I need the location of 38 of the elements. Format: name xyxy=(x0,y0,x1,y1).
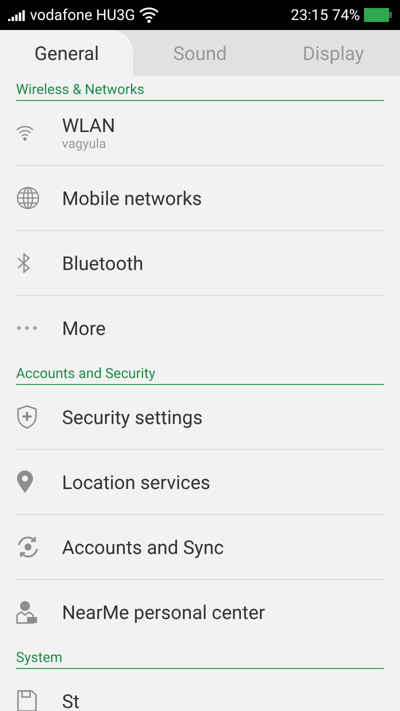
settings-item[interactable]: NearMe personal center xyxy=(16,580,384,644)
section-header: Accounts and Security xyxy=(16,366,384,385)
storage-icon xyxy=(16,689,38,711)
settings-item[interactable]: Bluetooth xyxy=(16,231,384,296)
settings-item[interactable]: Security settings xyxy=(16,385,384,450)
item-label: Accounts and Sync xyxy=(62,536,224,558)
settings-item[interactable]: Accounts and Sync xyxy=(16,515,384,580)
settings-item[interactable]: Mobile networks xyxy=(16,166,384,231)
item-label: Location services xyxy=(62,470,210,494)
item-label: More xyxy=(62,316,106,340)
shield-icon xyxy=(16,405,38,429)
settings-item[interactable]: Location services xyxy=(16,450,384,515)
more-icon xyxy=(16,325,38,331)
section-header: Wireless & Networks xyxy=(16,82,384,101)
battery-icon xyxy=(364,8,392,22)
item-label: Bluetooth xyxy=(62,252,144,274)
profile-card-icon xyxy=(16,600,38,624)
settings-item[interactable]: WLAN vagyula xyxy=(16,101,384,166)
battery-percentage: 74% xyxy=(332,6,360,24)
bluetooth-icon xyxy=(16,252,32,274)
settings-item[interactable]: St xyxy=(16,669,384,711)
section-header: System xyxy=(16,650,384,669)
wifi-icon xyxy=(139,7,160,23)
settings-item[interactable]: More xyxy=(16,296,384,360)
item-label: WLAN xyxy=(62,114,116,137)
location-pin-icon xyxy=(16,470,34,494)
sync-icon xyxy=(16,535,40,559)
item-label: St xyxy=(62,690,80,711)
tab[interactable]: General xyxy=(0,30,134,76)
item-label: Security settings xyxy=(62,406,203,428)
item-label: NearMe personal center xyxy=(62,600,266,624)
clock: 23:15 xyxy=(290,6,328,24)
item-summary: vagyula xyxy=(62,137,108,152)
globe-icon xyxy=(16,186,40,210)
item-label: Mobile networks xyxy=(62,186,202,210)
carrier-name: vodafone HU3G xyxy=(30,6,136,24)
wifi-icon xyxy=(16,125,34,141)
signal-icon xyxy=(8,9,26,21)
